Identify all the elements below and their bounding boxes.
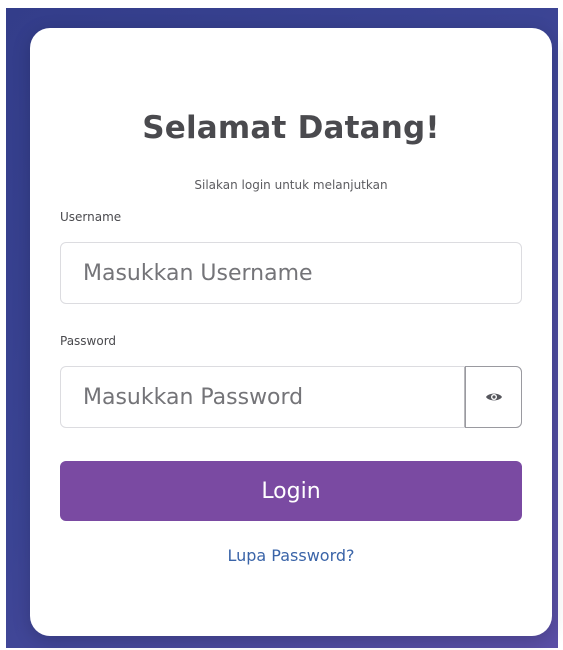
password-input[interactable] — [61, 367, 465, 427]
username-input[interactable] — [61, 243, 521, 303]
page-subtitle: Silakan login untuk melanjutkan — [194, 178, 388, 192]
eye-icon — [485, 393, 502, 401]
username-label: Username — [60, 210, 122, 224]
forgot-password-link[interactable]: Lupa Password? — [30, 546, 552, 565]
password-field-wrapper — [60, 366, 522, 428]
login-button[interactable]: Login — [60, 461, 522, 521]
login-card: Selamat Datang! Silakan login untuk mela… — [30, 28, 552, 636]
toggle-password-button[interactable] — [465, 366, 522, 428]
username-field-wrapper — [60, 242, 522, 304]
page-title: Selamat Datang! — [142, 110, 440, 146]
password-label: Password — [60, 334, 117, 348]
